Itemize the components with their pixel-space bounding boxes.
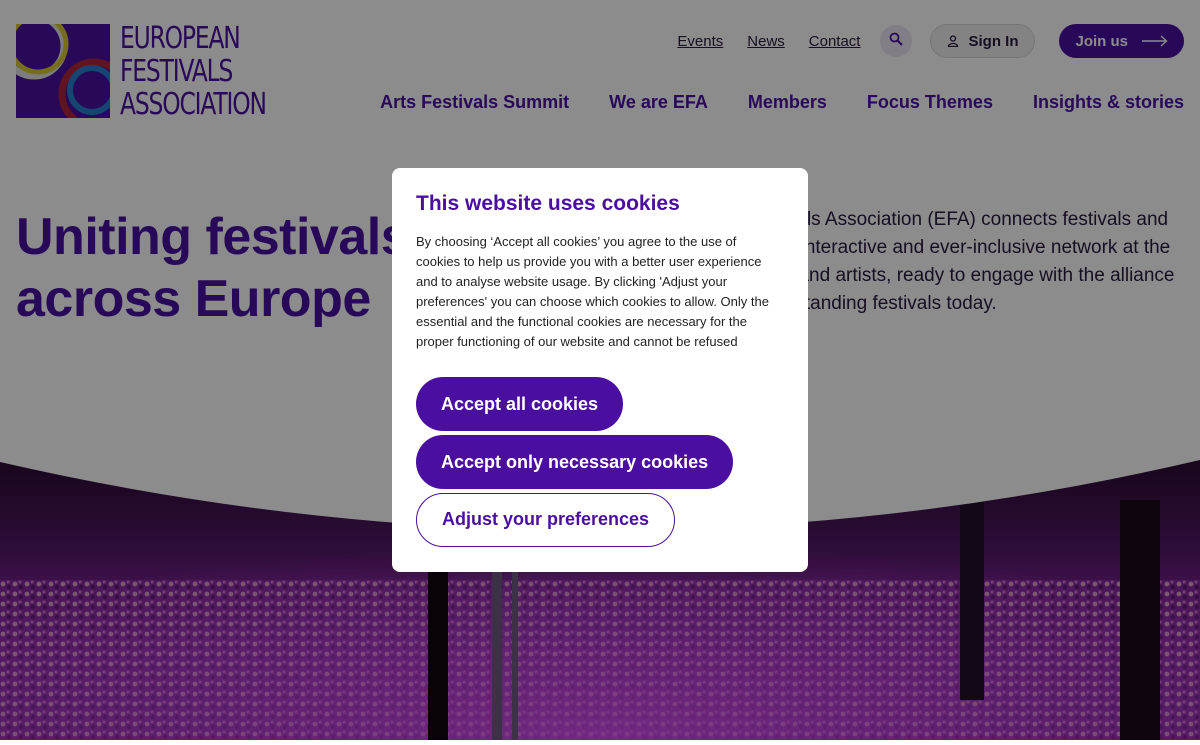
adjust-preferences-button[interactable]: Adjust your preferences <box>416 493 676 547</box>
accept-all-cookies-button[interactable]: Accept all cookies <box>416 377 624 431</box>
cookie-title: This website uses cookies <box>416 192 680 215</box>
accept-necessary-cookies-button[interactable]: Accept only necessary cookies <box>416 435 734 489</box>
cookie-consent-dialog: This website uses cookies By choosing ‘A… <box>392 168 808 572</box>
cookie-description: By choosing ‘Accept all cookies’ you agr… <box>416 234 769 349</box>
page: EUROPEAN FESTIVALS ASSOCIATION Events Ne… <box>0 0 1200 740</box>
